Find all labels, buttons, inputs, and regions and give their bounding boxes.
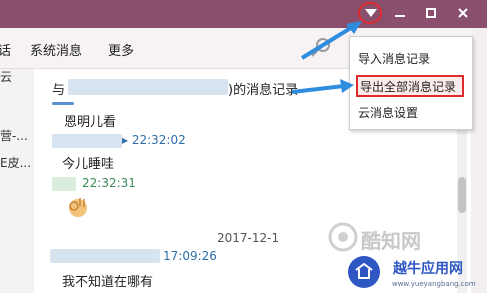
watermark-logo-text: 酷知网 bbox=[361, 229, 421, 253]
watermark-site-text: 越牛应用网 bbox=[393, 261, 463, 277]
arrow-head-2 bbox=[340, 79, 354, 93]
arrow-to-dropdown bbox=[300, 24, 356, 60]
watermark-logo-icon bbox=[328, 222, 358, 252]
watermark-site-url: www.yueyangbang.com bbox=[392, 280, 476, 288]
arrow-to-export bbox=[291, 84, 345, 94]
watermark-site-icon bbox=[348, 256, 380, 288]
